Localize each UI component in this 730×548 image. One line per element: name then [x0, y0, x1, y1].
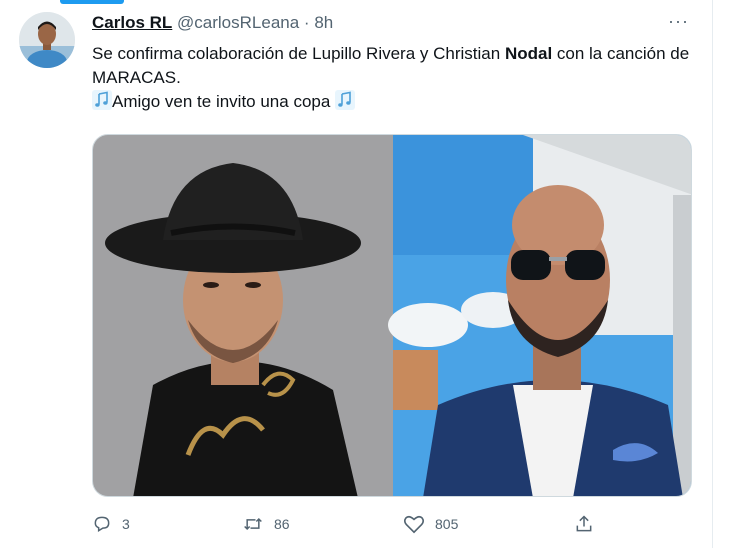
reply-count: 3 — [122, 516, 130, 532]
tweet-media[interactable] — [92, 134, 692, 497]
photo-man-sunglasses[interactable] — [388, 135, 692, 497]
retweet-count: 86 — [274, 516, 290, 532]
like-count: 805 — [435, 516, 459, 532]
music-notes-icon — [92, 90, 112, 117]
tweet-header: Carlos RL @carlosRLeana · 8h — [92, 13, 333, 33]
retweet-icon — [244, 517, 262, 531]
retweet-button[interactable]: 86 — [242, 514, 290, 534]
tweet-text-line-1: Se confirma colaboración de Lupillo Rive… — [92, 42, 702, 90]
tweet-actions: 3 86 805 — [92, 514, 702, 538]
music-notes-icon — [335, 90, 356, 117]
author-handle[interactable]: @carlosRLeana — [177, 13, 299, 32]
avatar[interactable] — [19, 12, 75, 68]
more-options-icon[interactable]: ··· — [668, 11, 692, 31]
tweet-text: Se confirma colaboración de Lupillo Rive… — [92, 42, 702, 117]
separator-dot: · — [303, 13, 310, 32]
share-button[interactable] — [574, 514, 594, 534]
author-name[interactable]: Carlos RL — [92, 13, 172, 32]
text-bold-segment: Nodal — [504, 44, 553, 63]
heart-icon — [403, 515, 425, 534]
text-segment: Se confirma colaboración de Lupillo Rive… — [92, 44, 505, 63]
photo-man-cowboy-hat[interactable] — [93, 135, 393, 497]
reply-icon — [94, 516, 110, 532]
like-button[interactable]: 805 — [403, 514, 458, 534]
top-accent-bar — [60, 0, 124, 4]
tweet-text-line-2: Amigo ven te invito una copa — [92, 90, 702, 117]
share-icon — [576, 515, 592, 532]
column-divider — [712, 0, 713, 548]
reply-button[interactable]: 3 — [92, 514, 130, 534]
tweet-time[interactable]: 8h — [314, 13, 333, 32]
avatar-image — [19, 12, 75, 68]
text-segment: Amigo ven te invito una copa — [112, 92, 331, 111]
